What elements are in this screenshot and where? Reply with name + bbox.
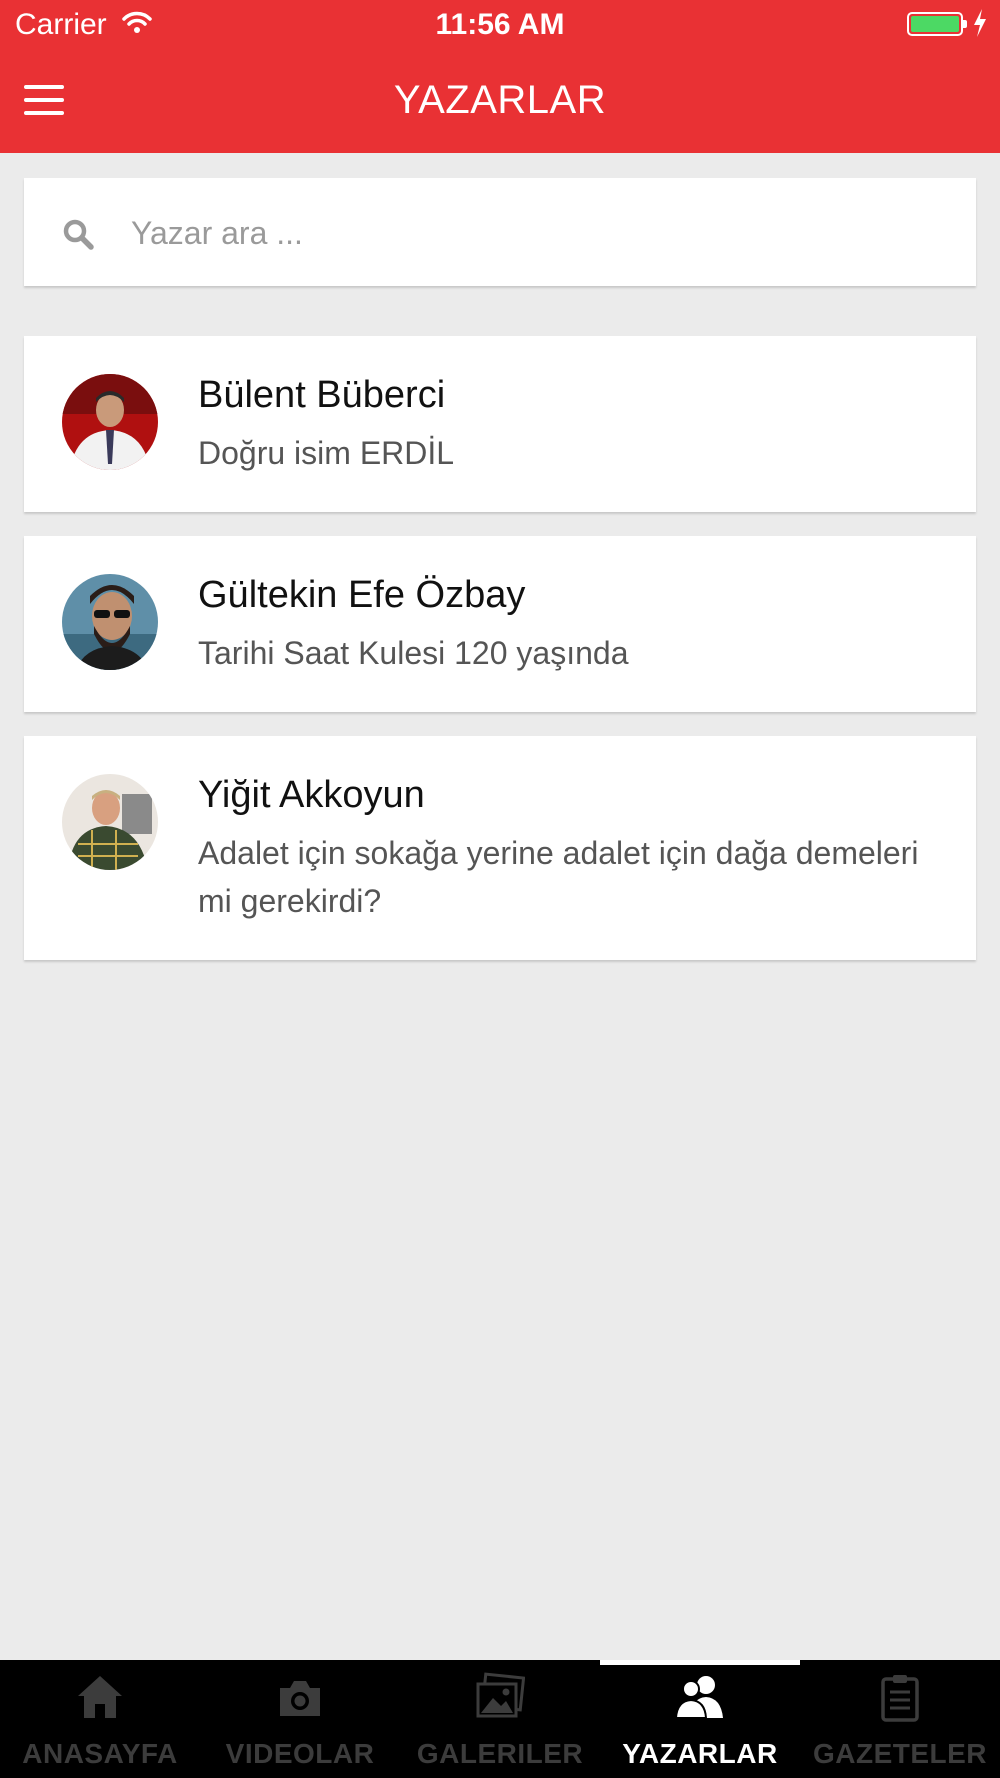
author-name: Gültekin Efe Özbay [198, 574, 526, 616]
tab-label: ANASAYFA [22, 1738, 178, 1769]
tab-label: GALERILER [416, 1738, 584, 1769]
app-header: Carrier 11:56 AM YAZARLAR [0, 0, 1000, 153]
status-bar: Carrier 11:56 AM [0, 0, 1000, 50]
tab-label: YAZARLAR [622, 1738, 778, 1769]
author-avatar [62, 774, 158, 870]
tab-yazarlar[interactable]: YAZARLAR [600, 1660, 800, 1778]
author-avatar [62, 574, 158, 670]
author-name: Yiğit Akkoyun [198, 774, 425, 816]
authors-icon [675, 1676, 723, 1719]
home-icon [78, 1676, 122, 1718]
author-avatar [62, 374, 158, 470]
bottom-tab-bar: ANASAYFA VIDEOLAR GALERILER YAZARLAR GAZ… [0, 1660, 1000, 1778]
author-card[interactable]: Gültekin Efe Özbay Tarihi Saat Kulesi 12… [24, 536, 976, 712]
tab-gazeteler[interactable]: GAZETELER [800, 1660, 1000, 1778]
tab-label: GAZETELER [812, 1738, 988, 1769]
clipboard-icon [881, 1675, 919, 1722]
status-time: 11:56 AM [435, 8, 565, 41]
battery-icon [907, 12, 967, 36]
author-article-title: Tarihi Saat Kulesi 120 yaşında [198, 635, 629, 671]
charging-bolt-icon [974, 9, 986, 37]
search-input[interactable] [129, 202, 953, 264]
search-icon [63, 219, 94, 250]
camera-icon [280, 1681, 320, 1716]
author-card[interactable]: Bülent Büberci Doğru isim ERDİL [24, 336, 976, 512]
author-article-title: Doğru isim ERDİL [198, 435, 455, 471]
author-card[interactable]: Yiğit Akkoyun Adalet için sokağa yerine … [24, 736, 976, 960]
gallery-icon [476, 1672, 525, 1718]
search-box[interactable] [24, 178, 976, 286]
author-article-title: Adalet için sokağa yerine adalet için da… [198, 835, 919, 919]
tab-anasayfa[interactable]: ANASAYFA [0, 1660, 200, 1778]
tab-videolar[interactable]: VIDEOLAR [200, 1660, 400, 1778]
tab-galeriler[interactable]: GALERILER [400, 1660, 600, 1778]
tab-label: VIDEOLAR [225, 1738, 375, 1769]
author-name: Bülent Büberci [198, 374, 446, 416]
page-title: YAZARLAR [393, 78, 607, 122]
